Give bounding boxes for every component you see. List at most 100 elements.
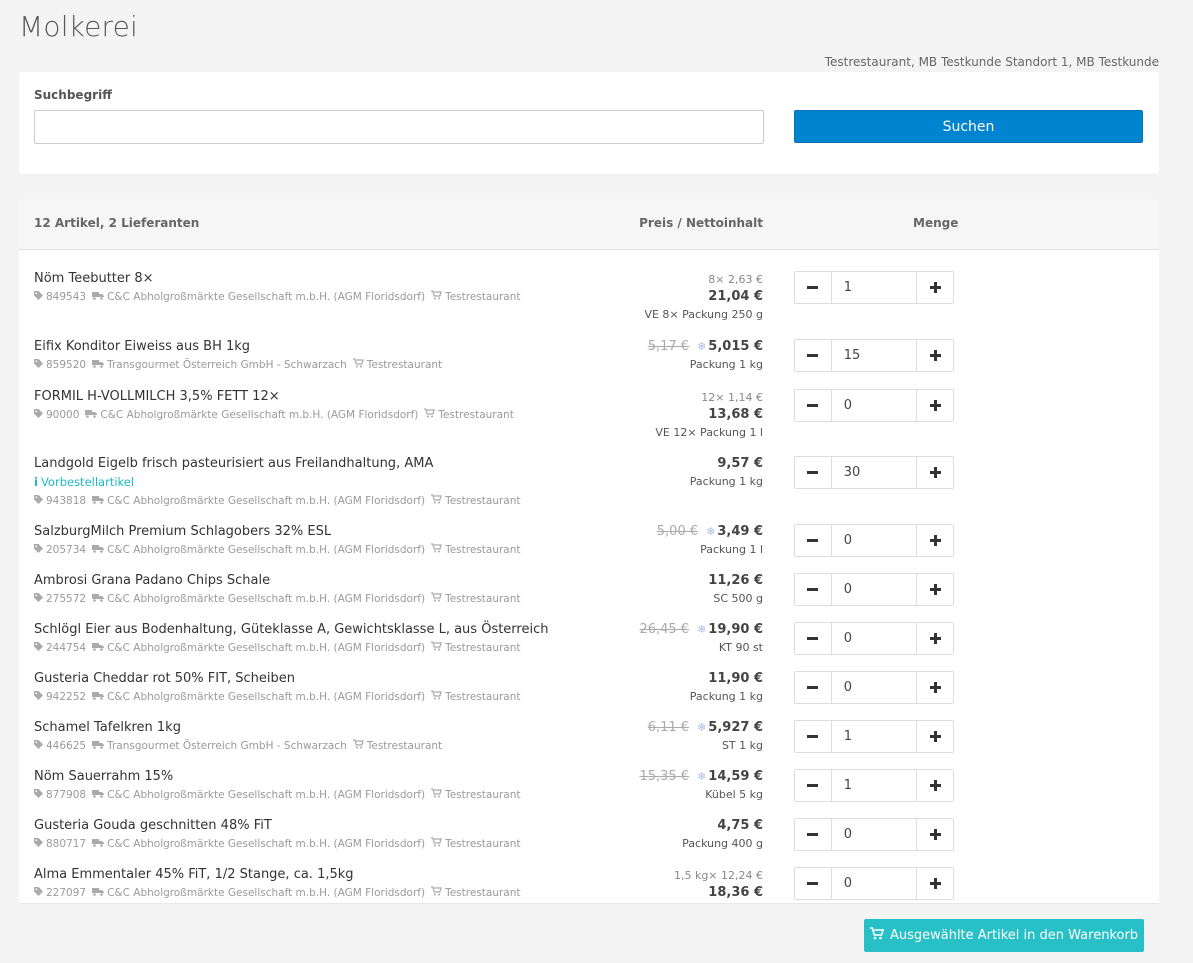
decrement-button[interactable] (795, 457, 831, 488)
decrement-button[interactable] (795, 623, 831, 654)
cart-icon (431, 290, 445, 303)
quantity-stepper[interactable]: 0 (794, 389, 954, 422)
preorder-label: Vorbestellartikel (40, 475, 135, 489)
search-button[interactable]: Suchen (794, 110, 1143, 143)
increment-button[interactable] (917, 525, 953, 556)
quantity-input[interactable]: 0 (830, 868, 918, 899)
quantity-input[interactable]: 1 (830, 770, 918, 801)
supplier-name: C&C Abholgroßmärkte Gesellschaft m.b.H. … (107, 886, 426, 899)
increment-button[interactable] (917, 819, 953, 850)
quantity-input[interactable]: 0 (830, 819, 918, 850)
price-line: 11,26 € (708, 571, 763, 590)
product-price: 5,927 € (708, 720, 763, 735)
package-size: Kübel 5 kg (705, 788, 763, 801)
quantity-stepper[interactable]: 0 (794, 622, 954, 655)
decrement-button[interactable] (795, 390, 831, 421)
package-size: KT 90 st (718, 641, 763, 654)
location-name: Testrestaurant (445, 543, 521, 556)
quantity-stepper[interactable]: 0 (794, 867, 954, 900)
cart-icon (352, 358, 367, 371)
product-price: 3,49 € (717, 524, 763, 539)
product-meta: 227097 C&C Abholgroßmärkte Gesellschaft m… (34, 886, 521, 899)
decrement-button[interactable] (795, 770, 831, 801)
price-line: 26,45 € ❄ 19,90 € (639, 620, 763, 639)
quantity-stepper[interactable]: 0 (794, 671, 954, 704)
truck-icon (92, 359, 107, 371)
increment-button[interactable] (917, 868, 953, 899)
quantity-input[interactable]: 0 (830, 390, 918, 421)
decrement-button[interactable] (795, 721, 831, 752)
increment-button[interactable] (917, 574, 953, 605)
quantity-stepper[interactable]: 0 (794, 818, 954, 851)
decrement-button[interactable] (795, 672, 831, 703)
unit-price: 1,5 kg× 12,24 € (673, 869, 763, 882)
product-name: FORMIL H-VOLLMILCH 3,5% FETT 12× (34, 389, 280, 404)
cart-icon (869, 927, 885, 944)
package-size: Packung 400 g (682, 837, 763, 850)
quantity-stepper[interactable]: 1 (794, 271, 954, 304)
increment-button[interactable] (917, 770, 953, 801)
old-price: 26,45 € (639, 622, 690, 637)
plus-icon (929, 346, 941, 365)
decrement-button[interactable] (795, 340, 831, 371)
package-size: Packung 1 kg (689, 475, 763, 488)
snowflake-icon: ❄ (697, 770, 707, 783)
product-meta: 205734 C&C Abholgroßmärkte Gesellschaft m… (34, 543, 521, 556)
quantity-stepper[interactable]: 1 (794, 720, 954, 753)
product-meta: 880717 C&C Abholgroßmärkte Gesellschaft m… (34, 837, 521, 850)
package-size: VE 12× Packung 1 l (655, 426, 763, 439)
truck-icon (92, 593, 107, 605)
quantity-stepper[interactable]: 15 (794, 339, 954, 372)
quantity-stepper[interactable]: 30 (794, 456, 954, 489)
product-meta: 244754 C&C Abholgroßmärkte Gesellschaft m… (34, 641, 521, 654)
truck-icon (92, 887, 107, 899)
increment-button[interactable] (917, 390, 953, 421)
price-line: 18,36 € (674, 883, 763, 902)
price-line: 4,75 € (682, 816, 763, 835)
increment-button[interactable] (917, 623, 953, 654)
price-column-header: Preis / Nettoinhalt (639, 216, 763, 230)
minus-icon (807, 580, 819, 599)
cart-icon (431, 690, 445, 703)
search-input[interactable] (34, 110, 764, 144)
product-price: 11,90 € (708, 671, 763, 686)
quantity-input[interactable]: 1 (830, 272, 918, 303)
decrement-button[interactable] (795, 574, 831, 605)
price-cell: 11,26 € SC 500 g (708, 571, 763, 606)
product-name: Schamel Tafelkren 1kg (34, 720, 181, 735)
add-to-cart-button[interactable]: Ausgewählte Artikel in den Warenkorb (864, 919, 1144, 952)
price-line: 5,00 € ❄ 3,49 € (657, 522, 763, 541)
quantity-stepper[interactable]: 0 (794, 573, 954, 606)
minus-icon (807, 346, 819, 365)
supplier-name: C&C Abholgroßmärkte Gesellschaft m.b.H. … (107, 788, 426, 801)
increment-button[interactable] (917, 721, 953, 752)
cart-icon (431, 494, 445, 507)
price-cell: 9,57 € Packung 1 kg (690, 454, 763, 489)
quantity-input[interactable]: 0 (830, 623, 918, 654)
product-meta: 877908 C&C Abholgroßmärkte Gesellschaft m… (34, 788, 521, 801)
price-line: 15,35 € ❄ 14,59 € (639, 767, 763, 786)
quantity-input[interactable]: 0 (830, 525, 918, 556)
quantity-input[interactable]: 0 (830, 672, 918, 703)
old-price: 6,11 € (647, 720, 690, 735)
decrement-button[interactable] (795, 525, 831, 556)
decrement-button[interactable] (795, 868, 831, 899)
decrement-button[interactable] (795, 272, 831, 303)
quantity-input[interactable]: 0 (830, 574, 918, 605)
cart-icon (431, 592, 445, 605)
product-name: SalzburgMilch Premium Schlagobers 32% ES… (34, 524, 332, 539)
increment-button[interactable] (917, 672, 953, 703)
quantity-stepper[interactable]: 1 (794, 769, 954, 802)
decrement-button[interactable] (795, 819, 831, 850)
tag-icon (34, 886, 46, 899)
old-price: 5,00 € (656, 524, 699, 539)
quantity-input[interactable]: 30 (830, 457, 918, 488)
quantity-input[interactable]: 15 (830, 340, 918, 371)
increment-button[interactable] (917, 340, 953, 371)
increment-button[interactable] (917, 272, 953, 303)
customer-info: Testrestaurant, MB Testkunde Standort 1,… (824, 55, 1159, 69)
quantity-input[interactable]: 1 (830, 721, 918, 752)
quantity-stepper[interactable]: 0 (794, 524, 954, 557)
tag-icon (34, 739, 46, 752)
increment-button[interactable] (917, 457, 953, 488)
